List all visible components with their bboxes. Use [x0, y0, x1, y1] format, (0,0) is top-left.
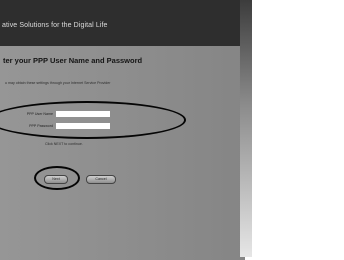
router-setup-screen: ative Solutions for the Digital Life ter…	[0, 0, 252, 260]
header-tagline: ative Solutions for the Digital Life	[2, 22, 108, 29]
page-title: ter your PPP User Name and Password	[3, 56, 143, 65]
header-bar: ative Solutions for the Digital Life	[0, 0, 252, 48]
setup-panel: ter your PPP User Name and Password u ma…	[0, 46, 245, 260]
next-highlight-ellipse	[34, 166, 80, 190]
instructions-text: u may obtain these settings through your…	[5, 81, 111, 85]
cancel-button[interactable]: Cancel	[86, 175, 116, 184]
fields-highlight-ellipse	[0, 101, 186, 139]
screen-edge-gradient	[240, 0, 252, 257]
continue-hint: Click NEXT to continue.	[45, 142, 83, 146]
